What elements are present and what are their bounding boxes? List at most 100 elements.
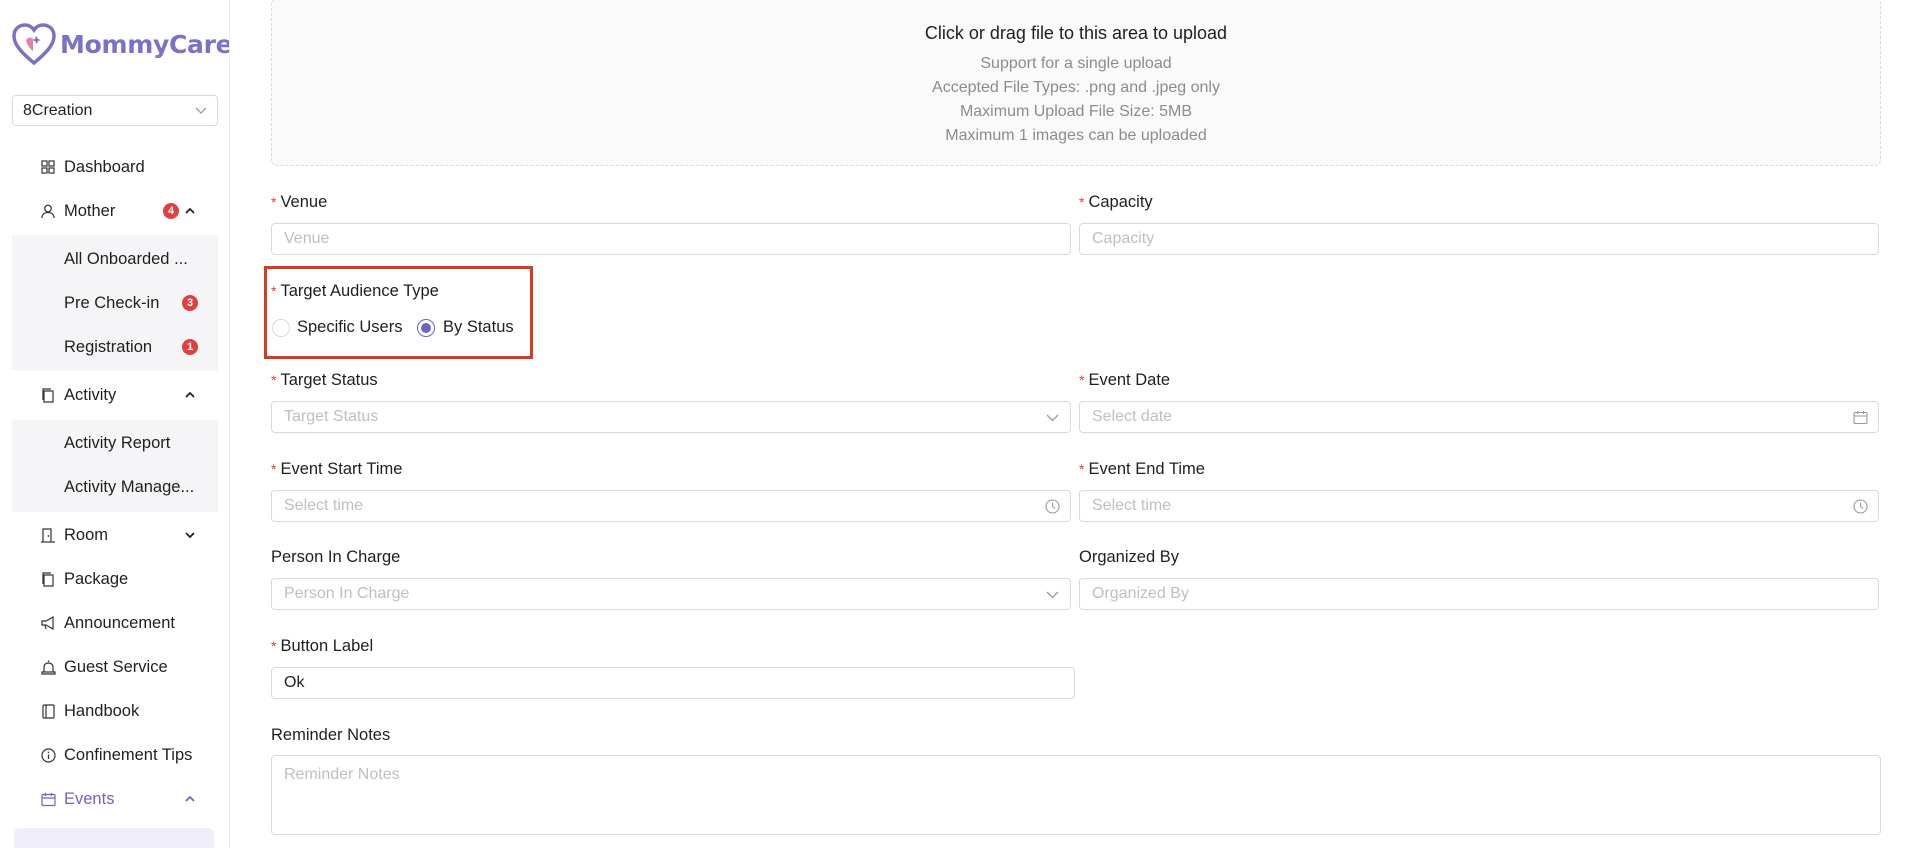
start-time-picker[interactable]: Select time xyxy=(271,490,1071,522)
sidebar-item-activity-management[interactable]: Activity Manage... xyxy=(12,467,218,507)
mother-count-badge: 4 xyxy=(163,203,179,219)
sidebar-item-handbook[interactable]: Handbook xyxy=(0,691,229,731)
sidebar-item-room[interactable]: Room xyxy=(0,515,229,555)
upload-title: Click or drag file to this area to uploa… xyxy=(924,23,1228,43)
venue-input[interactable]: Venue xyxy=(271,223,1071,255)
sidebar-item-label: Pre Check-in xyxy=(64,293,160,312)
events-submenu-active-item[interactable] xyxy=(14,828,214,848)
sidebar-item-guest-service[interactable]: Guest Service xyxy=(0,647,229,687)
brand-name: MommyCare xyxy=(60,29,230,59)
sidebar-item-label: Handbook xyxy=(64,701,140,720)
required-mark: * xyxy=(1079,194,1085,210)
activity-submenu: Activity Report Activity Manage... xyxy=(12,420,218,512)
sidebar-item-label: Mother xyxy=(64,201,116,220)
sidebar-item-announcement[interactable]: Announcement xyxy=(0,603,229,643)
chevron-up-icon xyxy=(185,795,195,802)
button-label-label-text: Button Label xyxy=(280,637,374,655)
organized-by-label: Organized By xyxy=(1079,548,1179,566)
sidebar-item-confinement-tips[interactable]: Confinement Tips xyxy=(0,735,229,775)
heart-logo-icon xyxy=(12,23,56,65)
registration-badge: 1 xyxy=(182,339,198,355)
upload-dropzone[interactable]: Click or drag file to this area to uploa… xyxy=(271,0,1881,166)
logo[interactable]: MommyCare+ xyxy=(12,20,230,68)
venue-label-text: Venue xyxy=(280,193,328,211)
button-label-input[interactable]: Ok xyxy=(271,667,1075,699)
sidebar-item-label: Events xyxy=(64,789,115,808)
sidebar-item-events[interactable]: Events xyxy=(0,779,229,819)
sidebar-item-label: Activity Manage... xyxy=(64,477,195,496)
target-status-label-text: Target Status xyxy=(280,371,378,389)
reminder-notes-textarea[interactable]: Reminder Notes xyxy=(271,755,1881,835)
sidebar-item-all-onboarded[interactable]: All Onboarded ... xyxy=(12,239,218,279)
document-copy-icon xyxy=(40,387,56,403)
target-status-placeholder: Target Status xyxy=(284,408,379,425)
pre-check-in-badge: 3 xyxy=(182,295,198,311)
capacity-label: * Capacity xyxy=(1079,193,1153,212)
person-in-charge-placeholder: Person In Charge xyxy=(284,585,410,602)
alarm-bell-icon xyxy=(40,659,56,675)
info-circle-icon xyxy=(40,747,56,763)
chevron-down-icon xyxy=(1046,414,1059,422)
sidebar-item-label: Dashboard xyxy=(64,157,145,176)
sidebar-item-label: Announcement xyxy=(64,613,175,632)
event-date-picker[interactable]: Select date xyxy=(1079,401,1879,433)
highlight-box xyxy=(264,266,533,359)
sidebar-item-activity[interactable]: Activity xyxy=(0,375,229,415)
clock-icon xyxy=(1853,499,1868,514)
target-status-select[interactable]: Target Status xyxy=(271,401,1071,433)
person-in-charge-select[interactable]: Person In Charge xyxy=(271,578,1071,610)
start-time-label: * Event Start Time xyxy=(271,460,402,479)
radio-specific-users[interactable] xyxy=(272,319,290,337)
required-mark: * xyxy=(271,194,277,210)
upload-hint: Maximum 1 images can be uploaded xyxy=(945,127,1207,144)
radio-by-status-label[interactable]: By Status xyxy=(443,318,514,337)
company-select-value: 8Creation xyxy=(23,101,93,119)
radio-specific-users-label[interactable]: Specific Users xyxy=(297,318,402,337)
sidebar-item-label: Activity xyxy=(64,385,117,404)
capacity-input[interactable]: Capacity xyxy=(1079,223,1879,255)
document-copy-icon xyxy=(40,571,56,587)
book-icon xyxy=(40,703,56,719)
end-time-label: * Event End Time xyxy=(1079,460,1205,479)
person-in-charge-label: Person In Charge xyxy=(271,548,401,566)
required-mark: * xyxy=(271,461,277,477)
upload-hint: Maximum Upload File Size: 5MB xyxy=(959,103,1193,120)
sidebar-item-mother[interactable]: Mother 4 xyxy=(0,191,229,231)
sidebar-item-label: Room xyxy=(64,525,109,544)
required-mark: * xyxy=(271,283,277,299)
company-select[interactable]: 8Creation xyxy=(12,95,218,126)
organized-by-placeholder: Organized By xyxy=(1092,585,1189,602)
required-mark: * xyxy=(271,638,277,654)
radio-by-status[interactable] xyxy=(417,319,435,337)
mother-submenu: All Onboarded ... Pre Check-in 3 Registr… xyxy=(12,235,218,371)
sidebar-item-label: Registration xyxy=(64,337,153,356)
sidebar-item-label: Package xyxy=(64,569,129,588)
end-time-placeholder: Select time xyxy=(1092,497,1172,514)
audience-label-text: Target Audience Type xyxy=(280,282,439,300)
required-mark: * xyxy=(1079,461,1085,477)
main-content: Click or drag file to this area to uploa… xyxy=(247,0,1918,848)
target-status-label: * Target Status xyxy=(271,371,378,390)
sidebar-item-package[interactable]: Package xyxy=(0,559,229,599)
event-date-label: * Event Date xyxy=(1079,371,1170,390)
button-label-value: Ok xyxy=(284,674,305,691)
user-icon xyxy=(40,203,56,219)
sidebar-item-pre-check-in[interactable]: Pre Check-in 3 xyxy=(12,283,218,323)
required-mark: * xyxy=(1079,372,1085,388)
organized-by-input[interactable]: Organized By xyxy=(1079,578,1879,610)
sidebar-item-registration[interactable]: Registration 1 xyxy=(12,327,218,367)
event-date-placeholder: Select date xyxy=(1092,408,1173,425)
sidebar-item-dashboard[interactable]: Dashboard xyxy=(0,147,229,187)
door-icon xyxy=(40,527,56,543)
venue-label: * Venue xyxy=(271,193,327,212)
end-time-picker[interactable]: Select time xyxy=(1079,490,1879,522)
chevron-up-icon xyxy=(185,391,195,398)
sidebar-item-activity-report[interactable]: Activity Report xyxy=(12,423,218,463)
audience-label: * Target Audience Type xyxy=(271,282,439,301)
reminder-notes-placeholder: Reminder Notes xyxy=(284,766,400,783)
clock-icon xyxy=(1045,499,1060,514)
capacity-label-text: Capacity xyxy=(1088,193,1153,211)
sidebar-item-label: All Onboarded ... xyxy=(64,249,188,268)
start-time-label-text: Event Start Time xyxy=(280,460,403,478)
required-mark: * xyxy=(271,372,277,388)
